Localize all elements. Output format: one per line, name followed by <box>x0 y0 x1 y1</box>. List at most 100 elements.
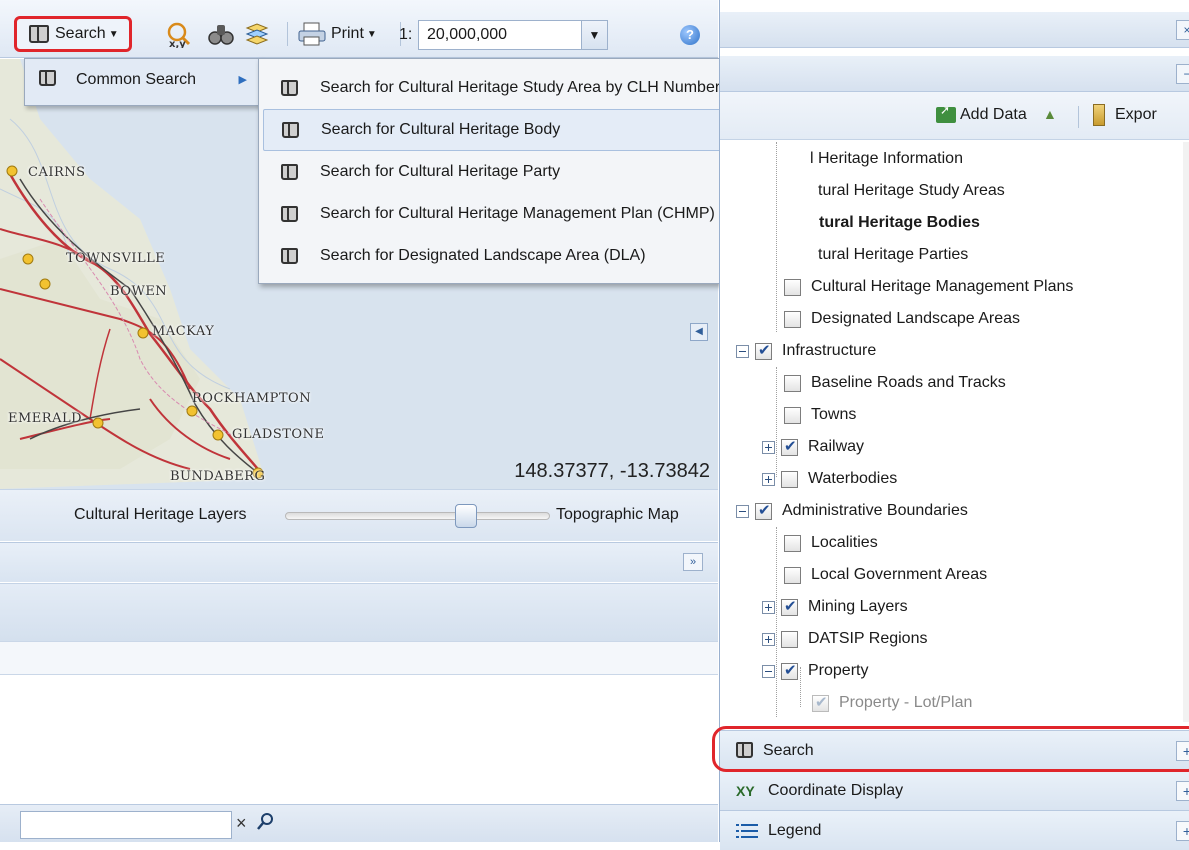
printer-icon <box>298 22 326 46</box>
layer-group-administrative-boundaries[interactable]: Administrative Boundaries <box>736 496 968 526</box>
add-data-label: Add Data <box>960 106 1027 123</box>
slider-left-label: Cultural Heritage Layers <box>74 506 247 523</box>
expand-tree-icon[interactable] <box>762 472 775 486</box>
collapse-tree-icon[interactable] <box>736 504 749 518</box>
find-button[interactable] <box>208 22 234 46</box>
help-icon[interactable]: ? <box>680 25 700 45</box>
layer-datsip-regions[interactable]: DATSIP Regions <box>762 624 927 654</box>
expand-tree-icon[interactable] <box>762 440 775 454</box>
layer-checkbox[interactable] <box>781 630 798 648</box>
find-input[interactable] <box>20 811 232 839</box>
layer-cultural-heritage-parties[interactable]: tural Heritage Parties <box>818 240 968 270</box>
layer-checkbox[interactable] <box>784 310 801 328</box>
layer-localities[interactable]: Localities <box>784 528 878 558</box>
layer-towns[interactable]: Towns <box>784 400 856 430</box>
identify-xy-button[interactable]: x,y <box>166 22 192 48</box>
layer-cultural-heritage-bodies[interactable]: tural Heritage Bodies <box>819 208 980 238</box>
binoculars-icon <box>281 163 298 180</box>
expand-icon[interactable]: + <box>1176 821 1189 841</box>
print-menu-button[interactable]: Print ▼ <box>297 22 377 46</box>
layer-checkbox[interactable] <box>755 501 772 520</box>
layer-railway[interactable]: Railway <box>762 432 864 462</box>
add-data-icon <box>936 103 956 123</box>
submenu-item-label: Search for Cultural Heritage Management … <box>320 205 715 222</box>
move-up-icon[interactable]: ▲ <box>1043 106 1057 122</box>
layer-checkbox[interactable] <box>784 534 801 552</box>
layers-tool-button[interactable] <box>244 22 270 46</box>
layers-panel-header: − <box>720 56 1189 92</box>
search-menu-button[interactable]: Search ▼ <box>14 16 132 52</box>
add-data-button[interactable]: Add Data <box>936 103 1027 124</box>
layer-label: Mining Layers <box>808 598 908 615</box>
map-label-mackay: MACKAY <box>152 324 215 339</box>
binoculars-icon <box>39 70 56 86</box>
accordion-coordinate-display[interactable]: XY Coordinate Display + <box>720 770 1189 810</box>
identify-xy-icon: x,y <box>167 22 191 48</box>
export-icon[interactable] <box>1093 104 1105 126</box>
accordion-legend[interactable]: Legend + <box>720 810 1189 850</box>
accordion-label: Coordinate Display <box>768 781 904 799</box>
layer-group-infrastructure[interactable]: Infrastructure <box>736 336 876 366</box>
expand-icon[interactable]: + <box>1176 781 1189 801</box>
chevron-down-icon: ▼ <box>366 28 377 40</box>
expand-tree-icon[interactable] <box>762 632 775 646</box>
collapse-side-panel-button[interactable]: ◀ <box>690 323 708 341</box>
scale-dropdown-arrow[interactable]: ▼ <box>581 21 607 49</box>
expand-panel-button[interactable]: » <box>683 553 703 571</box>
collapse-icon[interactable]: − <box>1176 64 1189 84</box>
layer-checkbox[interactable] <box>755 341 772 360</box>
menu-item-common-search[interactable]: Common Search ▶ <box>25 59 261 105</box>
highlight-annotation <box>712 726 1189 772</box>
layer-tree-scrollbar[interactable] <box>1183 142 1189 722</box>
layer-label: Towns <box>811 406 857 423</box>
layer-label: tural Heritage Bodies <box>819 214 980 231</box>
basemap-slider-track[interactable] <box>285 512 550 520</box>
layer-cultural-heritage-study-areas[interactable]: tural Heritage Study Areas <box>818 176 1005 206</box>
side-panel-header: × <box>720 12 1189 48</box>
layer-waterbodies[interactable]: Waterbodies <box>762 464 897 494</box>
scale-prefix-label: 1: <box>399 26 413 43</box>
scale-select[interactable]: 1: 20,000,000 ▼ <box>399 20 608 50</box>
layer-checkbox[interactable] <box>784 374 801 392</box>
layer-label: tural Heritage Parties <box>818 246 969 263</box>
layer-checkbox[interactable] <box>781 597 798 616</box>
clear-icon[interactable]: × <box>236 813 247 834</box>
layer-property[interactable]: Property <box>762 656 868 686</box>
layer-label: Localities <box>811 534 878 551</box>
slider-right-label: Topographic Map <box>556 506 679 523</box>
binoculars-icon <box>282 121 299 138</box>
chevron-right-icon: ▶ <box>238 74 247 86</box>
collapse-tree-icon[interactable] <box>762 664 775 678</box>
layer-baseline-roads-and-tracks[interactable]: Baseline Roads and Tracks <box>784 368 1006 398</box>
layer-checkbox[interactable] <box>781 661 798 680</box>
bottom-find-bar: × <box>0 804 718 842</box>
layer-checkbox[interactable] <box>784 566 801 584</box>
layer-checkbox[interactable] <box>781 470 798 488</box>
layer-label: l Heritage Information <box>810 150 963 167</box>
layers-toolbar: Add Data ▲ Expor <box>720 92 1189 140</box>
collapse-tree-icon[interactable] <box>736 344 749 358</box>
map-label-townsville: TOWNSVILLE <box>66 251 166 266</box>
layer-mining-layers[interactable]: Mining Layers <box>762 592 908 622</box>
svg-text:x,y: x,y <box>169 39 186 48</box>
layer-cultural-heritage-information[interactable]: l Heritage Information <box>810 144 963 174</box>
basemap-slider-thumb[interactable] <box>455 504 477 528</box>
layer-designated-landscape-areas[interactable]: Designated Landscape Areas <box>784 304 1020 334</box>
search-button-label: Search <box>55 25 106 42</box>
layer-checkbox[interactable] <box>784 406 801 424</box>
binoculars-find-icon <box>208 25 234 45</box>
layer-label: Property <box>808 662 869 679</box>
submenu-item-label: Search for Cultural Heritage Body <box>321 121 561 138</box>
layer-cultural-heritage-management-plans[interactable]: Cultural Heritage Management Plans <box>784 272 1073 302</box>
layer-checkbox[interactable] <box>781 437 798 456</box>
layer-checkbox[interactable] <box>784 278 801 296</box>
print-button-label: Print <box>331 25 364 42</box>
submenu-item-label: Search for Designated Landscape Area (DL… <box>320 247 646 264</box>
layer-local-government-areas[interactable]: Local Government Areas <box>784 560 987 590</box>
expand-tree-icon[interactable] <box>762 600 775 614</box>
export-label[interactable]: Expor <box>1115 106 1157 124</box>
close-icon[interactable]: × <box>1176 20 1189 40</box>
layer-label: Waterbodies <box>808 470 898 487</box>
search-icon[interactable] <box>257 812 275 830</box>
layer-label: Administrative Boundaries <box>782 502 968 519</box>
